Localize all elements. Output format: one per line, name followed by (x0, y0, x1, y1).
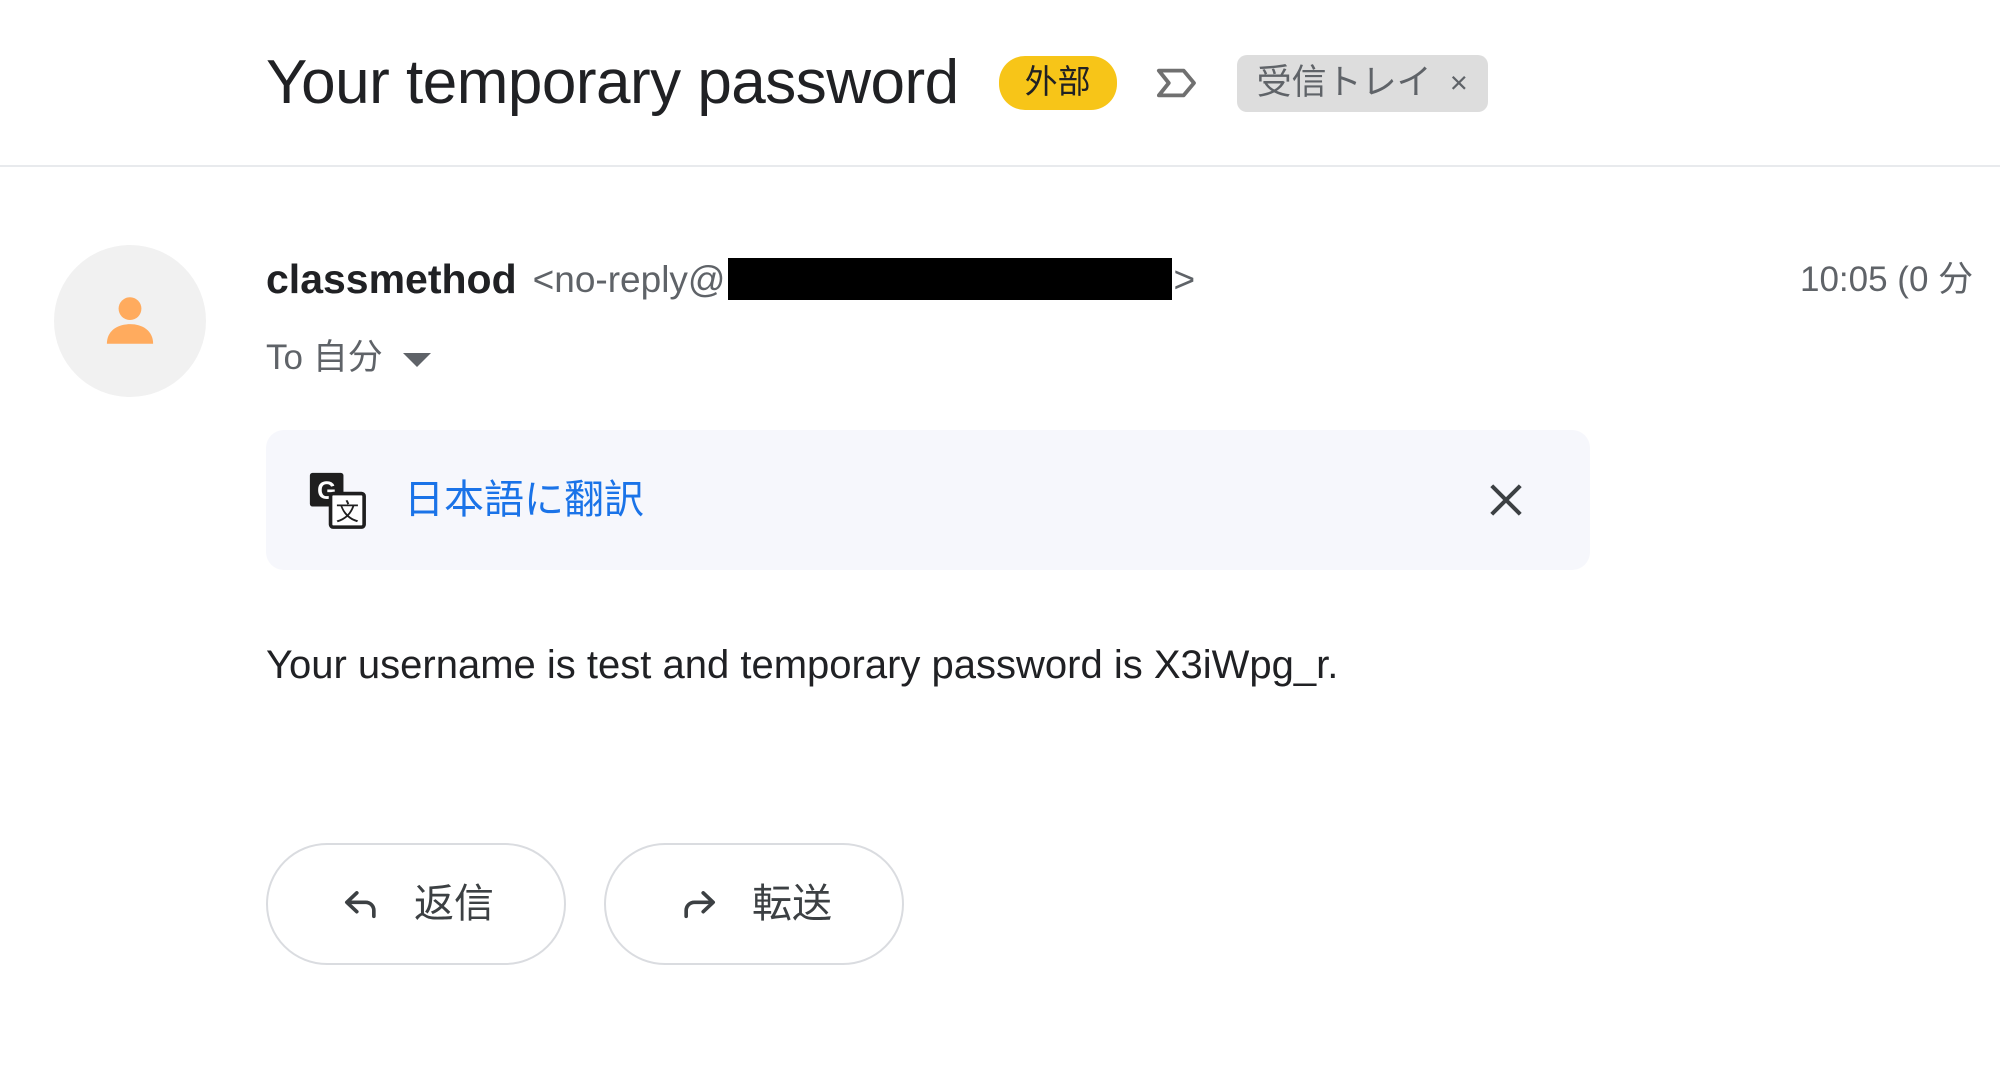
forward-arrow-icon (676, 881, 722, 927)
message-actions: 返信 転送 (266, 843, 904, 965)
message-body-text: Your username is test and temporary pass… (266, 643, 1339, 687)
header-divider (0, 165, 2000, 167)
person-avatar-icon (106, 297, 154, 344)
translate-to-japanese-link[interactable]: 日本語に翻訳 (404, 480, 644, 520)
reply-button-label: 返信 (414, 882, 494, 926)
redacted-domain-bar (727, 258, 1172, 300)
google-translate-icon: G 文 (306, 469, 368, 531)
reply-arrow-icon (338, 881, 384, 927)
recipient-row[interactable]: To 自分 (266, 340, 431, 375)
sender-email-address: <no-reply@ > (533, 258, 1195, 300)
external-sender-badge: 外部 (998, 56, 1117, 110)
sender-name[interactable]: classmethod (266, 258, 517, 300)
remove-label-icon[interactable]: × (1450, 67, 1468, 98)
sender-row: classmethod <no-reply@ > (266, 258, 1195, 300)
close-icon[interactable] (1478, 472, 1534, 528)
page-title: Your temporary password (266, 48, 959, 117)
sender-email-suffix: > (1173, 258, 1196, 300)
forward-button[interactable]: 転送 (604, 843, 904, 965)
svg-text:文: 文 (336, 499, 359, 525)
inbox-label-text: 受信トレイ (1256, 62, 1432, 102)
reply-button[interactable]: 返信 (266, 843, 566, 965)
recipient-label: To 自分 (266, 338, 383, 377)
translate-banner: G 文 日本語に翻訳 (266, 430, 1590, 570)
sender-email-prefix: <no-reply@ (532, 258, 726, 300)
forward-button-label: 転送 (752, 882, 832, 926)
message-timestamp: 10:05 (0 分 (1800, 260, 1974, 299)
important-chevron-icon[interactable] (1151, 56, 1205, 110)
inbox-label-chip[interactable]: 受信トレイ × (1236, 54, 1488, 112)
subject-header-row: Your temporary password 外部 受信トレイ × (0, 0, 2000, 166)
avatar[interactable] (54, 245, 206, 397)
email-message-view: Your temporary password 外部 受信トレイ × class… (0, 0, 2000, 1065)
chevron-down-icon[interactable] (402, 352, 431, 367)
